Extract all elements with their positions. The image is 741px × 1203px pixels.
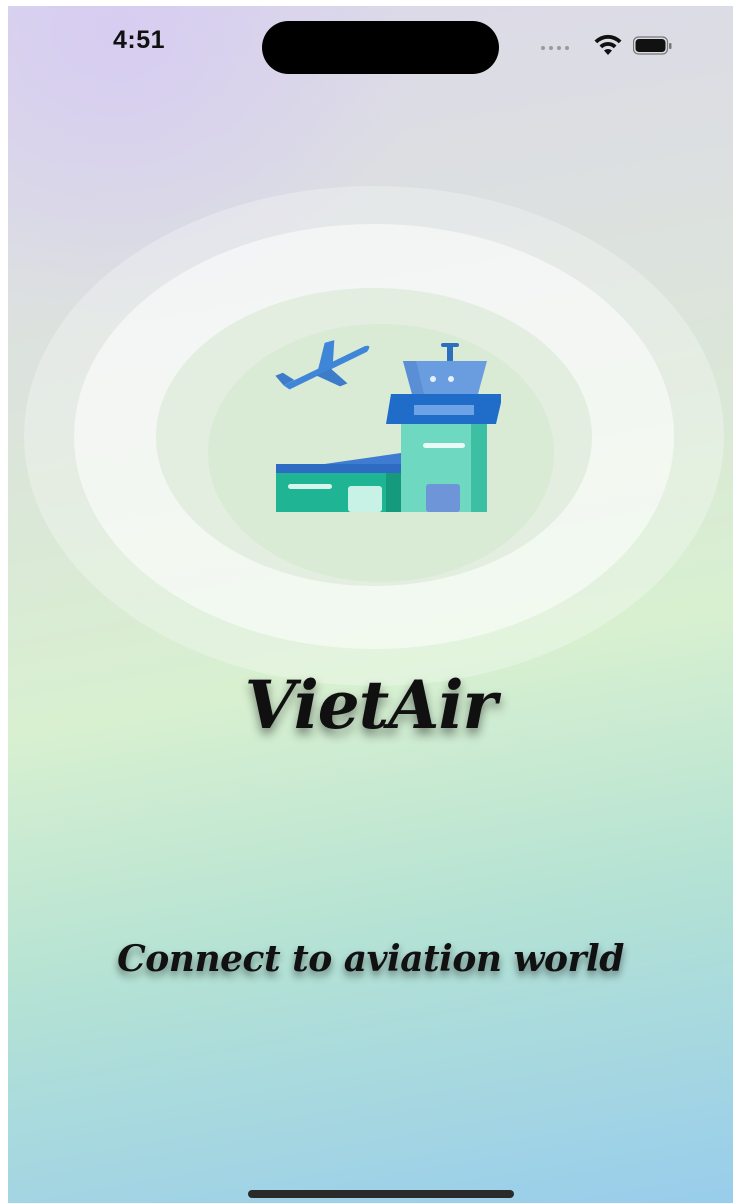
- battery-icon: [633, 36, 672, 55]
- app-tagline: Connect to aviation world: [117, 938, 624, 980]
- cellular-dots-icon: [541, 46, 569, 50]
- dynamic-island: [262, 21, 499, 74]
- app-title: VietAir: [244, 666, 498, 744]
- airport-tower-plane-icon: [275, 340, 501, 512]
- status-time: 4:51: [113, 26, 166, 54]
- wifi-icon: [594, 34, 622, 55]
- splash-screen: 4:51 VietAir Connect to aviation world: [8, 6, 733, 1203]
- home-indicator[interactable]: [248, 1190, 514, 1198]
